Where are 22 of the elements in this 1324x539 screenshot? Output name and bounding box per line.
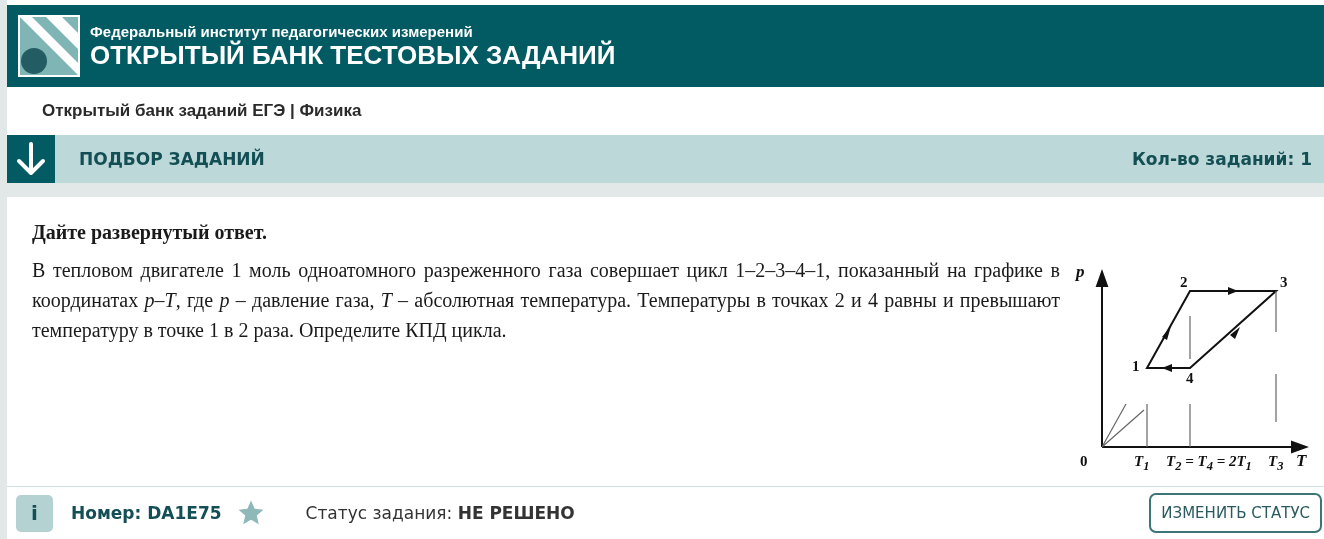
point-label: 4 — [1186, 370, 1194, 386]
organization-name: Федеральный институт педагогических измерений — [90, 22, 474, 40]
info-badge[interactable]: i — [16, 494, 53, 532]
point-label: 2 — [1180, 274, 1188, 290]
change-status-button[interactable]: ИЗМЕНИТЬ СТАТУС — [1149, 493, 1322, 533]
point-label: 1 — [1132, 358, 1140, 374]
task-instruction: Дайте развернутый ответ. — [32, 220, 268, 246]
point-label: 3 — [1280, 274, 1288, 290]
tick-label: T$_{1}$ — [1134, 453, 1150, 474]
logo-icon — [18, 15, 80, 77]
site-title: ОТКРЫТЫЙ БАНК ТЕСТОВЫХ ЗАДАНИЙ — [90, 39, 616, 70]
breadcrumb[interactable]: Открытый банк заданий ЕГЭ | Физика — [42, 101, 362, 121]
tick-label: 0 — [1080, 453, 1088, 469]
tick-label: T$_{2}$ = T$_{4}$ = 2T$_{1}$ — [1166, 453, 1252, 474]
axis-label: p — [1076, 264, 1085, 280]
tick-label: T$_{3}$ — [1268, 453, 1284, 474]
task-text: В тепловом двигателе 1 моль одноатомного разреженного газа совершает цикл 1–2–3–4–1, показанный на графике в координатах p–T, где p – давление газа, T – абсолютная температура. Температуры в точках 2 и 4 равны и превышают температуру в точке 1 в 2 раза. Определите КПД цикла. — [32, 258, 1060, 344]
axis-label: T — [1296, 453, 1307, 469]
section-title: ПОДБОР ЗАДАНИЙ — [79, 149, 266, 169]
task-number: Номер: DA1E75 — [71, 503, 222, 523]
task-status: Статус задания: НЕ РЕШЕНО — [305, 503, 575, 523]
task-count: Кол-во заданий: 1 — [1131, 149, 1312, 169]
